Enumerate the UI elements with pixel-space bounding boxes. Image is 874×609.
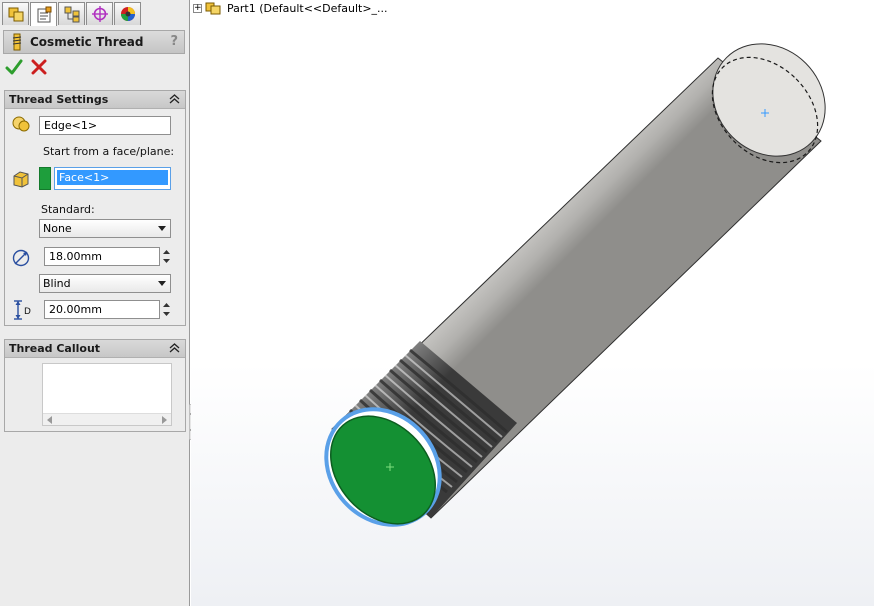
scroll-right-icon[interactable] xyxy=(161,416,167,424)
chevron-down-icon xyxy=(158,226,166,231)
spin-up-icon[interactable] xyxy=(161,300,172,309)
tree-expand-toggle[interactable]: + xyxy=(193,3,202,13)
thread-callout-title: Thread Callout xyxy=(9,342,101,355)
part-name[interactable]: Part1 (Default<<Default>_... xyxy=(227,2,388,15)
tab-display-manager[interactable] xyxy=(114,2,141,25)
diameter-spinner[interactable] xyxy=(161,247,172,266)
cosmetic-thread-icon xyxy=(12,33,22,51)
display-manager-icon xyxy=(120,7,135,21)
tab-property-manager[interactable] xyxy=(30,2,57,26)
3d-model-view[interactable] xyxy=(191,0,874,606)
part-icon xyxy=(205,2,221,15)
face-selection-box[interactable]: Face<1> xyxy=(54,167,171,190)
callout-text-box[interactable] xyxy=(42,363,172,426)
thread-settings-header[interactable]: Thread Settings xyxy=(5,91,185,109)
diameter-icon xyxy=(12,249,30,267)
property-manager-header: Cosmetic Thread ? xyxy=(3,30,185,54)
manager-tab-strip xyxy=(2,2,188,26)
spin-up-icon[interactable] xyxy=(161,247,172,256)
depth-spinner[interactable] xyxy=(161,300,172,319)
property-manager-panel: Cosmetic Thread ? Thread Settings Edge<1… xyxy=(0,0,190,606)
configuration-manager-icon xyxy=(64,6,79,23)
face-plane-icon xyxy=(13,171,29,188)
cancel-x-icon[interactable] xyxy=(31,58,47,76)
standard-dropdown-value: None xyxy=(43,222,72,235)
thread-settings-title: Thread Settings xyxy=(9,93,109,106)
dimxpert-manager-icon xyxy=(91,6,108,22)
depth-icon-letter: D xyxy=(24,307,31,317)
thread-callout-group: Thread Callout xyxy=(4,339,186,432)
tab-configuration-manager[interactable] xyxy=(58,2,85,25)
horizontal-scrollbar[interactable] xyxy=(43,413,171,425)
start-face-label: Start from a face/plane: xyxy=(43,145,175,158)
tab-feature-manager[interactable] xyxy=(2,2,29,25)
face-color-swatch xyxy=(39,167,51,190)
standard-dropdown[interactable]: None xyxy=(39,219,171,238)
spin-down-icon[interactable] xyxy=(161,256,172,265)
help-icon[interactable]: ? xyxy=(170,34,178,49)
tab-dimxpert-manager[interactable] xyxy=(86,2,113,25)
depth-icon xyxy=(14,300,22,320)
ok-checkmark-icon[interactable] xyxy=(5,58,23,76)
face-selection-item[interactable]: Face<1> xyxy=(57,170,168,185)
spin-down-icon[interactable] xyxy=(161,309,172,318)
thread-callout-header[interactable]: Thread Callout xyxy=(5,340,185,358)
end-condition-dropdown[interactable]: Blind xyxy=(39,274,171,293)
diameter-input[interactable]: 18.00mm xyxy=(44,247,160,266)
thread-settings-group: Thread Settings Edge<1> Start from a fac… xyxy=(4,90,186,326)
scroll-left-icon[interactable] xyxy=(47,416,53,424)
chevron-down-icon xyxy=(158,281,166,286)
property-manager-icon xyxy=(37,6,51,22)
property-manager-title: Cosmetic Thread xyxy=(30,35,144,49)
collapse-chevron-icon[interactable] xyxy=(169,93,180,105)
graphics-viewport[interactable] xyxy=(191,0,874,606)
standard-label: Standard: xyxy=(41,203,95,216)
edge-selection-icon xyxy=(12,116,30,132)
depth-input[interactable]: 20.00mm xyxy=(44,300,160,319)
edge-selection-box[interactable]: Edge<1> xyxy=(39,116,171,135)
feature-tree-root[interactable]: + Part1 (Default<<Default>_... xyxy=(193,0,388,16)
end-condition-value: Blind xyxy=(43,277,71,290)
feature-manager-icon xyxy=(8,7,23,22)
collapse-chevron-icon[interactable] xyxy=(169,342,180,354)
